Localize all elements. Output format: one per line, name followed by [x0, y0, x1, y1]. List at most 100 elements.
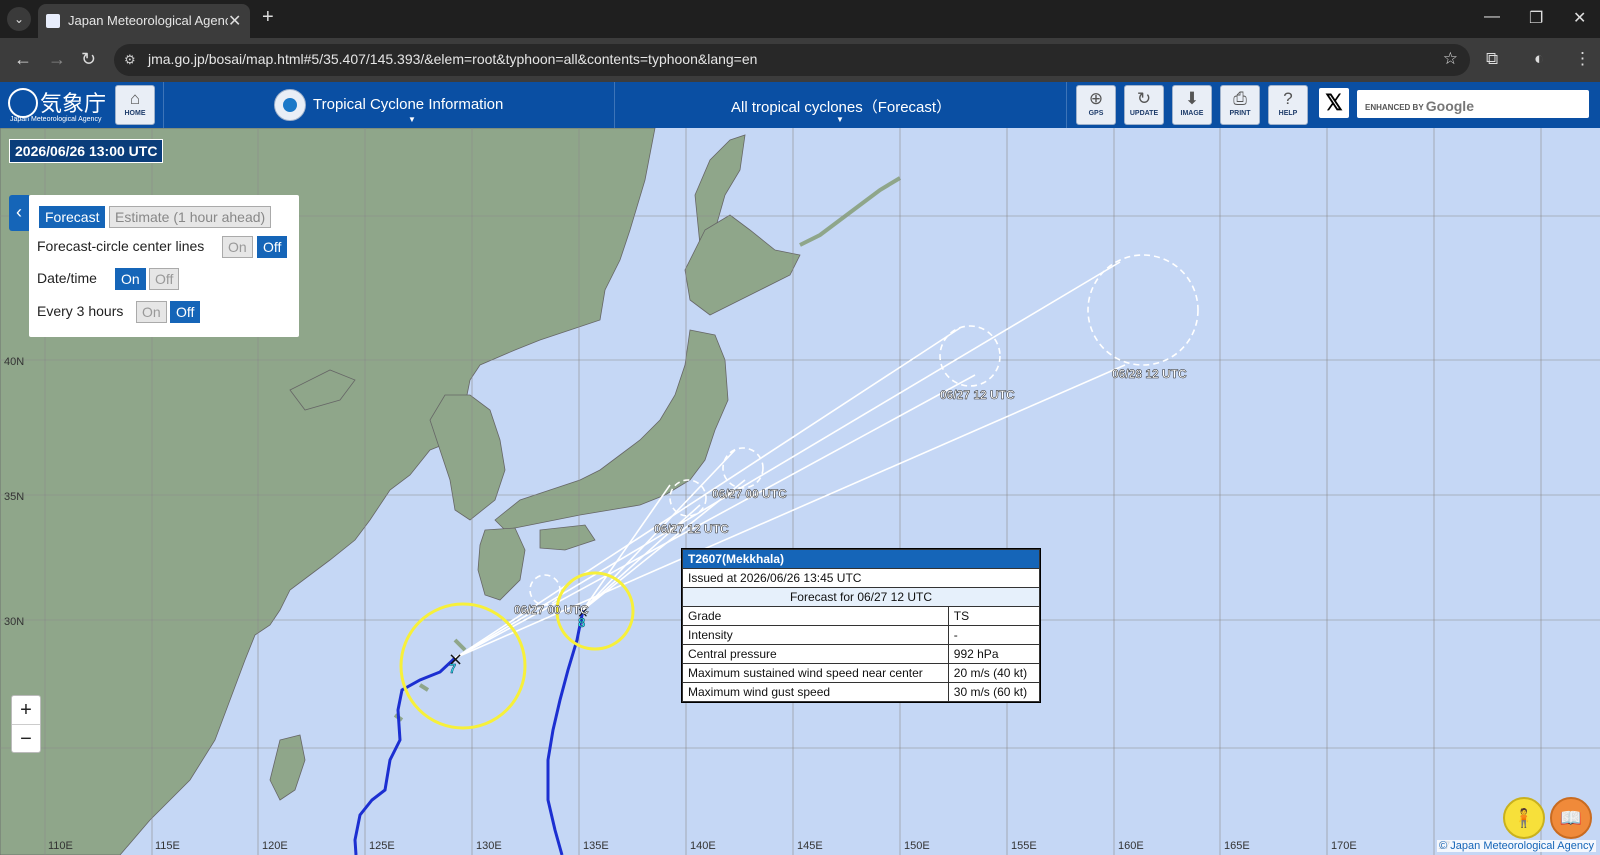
home-button[interactable]: ⌂ HOME — [115, 85, 155, 125]
forecast-time-label: 06/27 00 UTC — [712, 487, 787, 502]
home-icon: ⌂ — [129, 89, 141, 108]
close-window-icon[interactable]: ✕ — [1573, 8, 1586, 28]
lon-label: 110E — [48, 840, 73, 852]
lon-label: 120E — [262, 840, 288, 852]
tab-list-chevron-icon[interactable]: ⌄ — [7, 7, 31, 31]
info-row: Intensity - — [682, 625, 1041, 645]
datetime-label: Date/time — [37, 270, 97, 286]
info-key: Maximum wind gust speed — [682, 682, 949, 702]
info-key: Central pressure — [682, 644, 949, 664]
storm-number-7[interactable]: 7 — [449, 661, 457, 676]
view-dropdown-icon[interactable]: ▼ — [836, 115, 844, 124]
forecast-time-label: 06/27 12 UTC — [654, 522, 729, 537]
logo-english: Japan Meteorological Agency — [10, 116, 102, 123]
help-label: HELP — [1278, 110, 1298, 117]
lat-label: 30N — [4, 616, 25, 628]
gps-icon: ⊕ — [1088, 89, 1104, 108]
panel-collapse-chevron-icon[interactable]: ‹ — [9, 195, 29, 231]
storm-number-8[interactable]: 8 — [578, 615, 586, 630]
jma-logo-icon — [8, 88, 38, 118]
forecast-time-label: 06/27 12 UTC — [940, 388, 1015, 403]
image-label: IMAGE — [1180, 110, 1204, 117]
jma-header: 気象庁 Japan Meteorological Agency ⌂ HOME T… — [0, 82, 1600, 129]
back-icon[interactable]: ← — [14, 49, 32, 70]
gps-button[interactable]: ⊕ GPS — [1076, 85, 1116, 125]
print-button[interactable]: ⎙ PRINT — [1220, 85, 1260, 125]
lat-label: 40N — [4, 356, 25, 368]
site-info-icon[interactable]: ⚙ — [124, 52, 136, 68]
browser-tabbar: ⌄ Japan Meteorological Agency | ✕ + — ❐ … — [0, 0, 1600, 38]
forward-icon[interactable]: → — [48, 49, 66, 70]
home-label: HOME — [124, 110, 146, 117]
address-bar[interactable]: ⚙ jma.go.jp/bosai/map.html#5/35.407/145.… — [114, 44, 1470, 76]
center-lines-off-toggle[interactable]: Off — [257, 236, 288, 258]
map-timestamp: 2026/06/26 13:00 UTC — [9, 139, 164, 163]
profile-icon[interactable]: ◐ — [1534, 49, 1544, 69]
lon-label: 115E — [155, 840, 180, 852]
info-key: Maximum sustained wind speed near center — [682, 663, 949, 683]
lon-label: 125E — [369, 840, 395, 852]
header-divider — [1066, 82, 1067, 128]
help-icon: ? — [1283, 89, 1293, 108]
minimize-icon[interactable]: — — [1484, 8, 1500, 26]
info-value: TS — [947, 606, 1041, 626]
copyright-text[interactable]: © Japan Meteorological Agency — [1437, 840, 1596, 852]
forecast-for: Forecast for 06/27 12 UTC — [682, 587, 1040, 607]
browser-tab[interactable]: Japan Meteorological Agency | ✕ — [38, 4, 250, 38]
info-key: Intensity — [682, 625, 949, 645]
datetime-off-toggle[interactable]: Off — [149, 268, 180, 290]
info-row: Maximum wind gust speed 30 m/s (60 kt) — [682, 682, 1041, 702]
issued-time: Issued at 2026/06/26 13:45 UTC — [682, 568, 1040, 588]
bookmark-star-icon[interactable]: ☆ — [1443, 49, 1458, 69]
url-text: jma.go.jp/bosai/map.html#5/35.407/145.39… — [148, 51, 758, 67]
image-button[interactable]: ⬇ IMAGE — [1172, 85, 1212, 125]
every-3-hours-on-toggle[interactable]: On — [136, 301, 167, 323]
view-title[interactable]: All tropical cyclones（Forecast） — [731, 96, 951, 117]
accessibility-help-icon[interactable]: 🧍 — [1503, 797, 1545, 839]
cyclone-info-popup: T2607(Mekkhala) Issued at 2026/06/26 13:… — [681, 548, 1041, 703]
print-icon: ⎙ — [1233, 89, 1247, 108]
update-icon: ↻ — [1136, 89, 1152, 108]
lon-label: 160E — [1118, 840, 1144, 852]
section-dropdown-icon[interactable]: ▼ — [408, 115, 416, 124]
estimate-tab[interactable]: Estimate (1 hour ahead) — [109, 206, 272, 228]
section-title[interactable]: Tropical Cyclone Information — [313, 96, 503, 113]
help-button[interactable]: ? HELP — [1268, 85, 1308, 125]
logo-kanji: 気象庁 — [40, 92, 107, 117]
jma-favicon-icon — [46, 14, 60, 28]
display-options-panel: Forecast Estimate (1 hour ahead) Forecas… — [29, 195, 299, 337]
forecast-time-label: 06/28 12 UTC — [1112, 367, 1187, 382]
search-input[interactable]: ENHANCED BY Google — [1357, 90, 1589, 118]
header-divider — [163, 82, 164, 128]
download-icon: ⬇ — [1184, 89, 1200, 108]
print-label: PRINT — [1229, 110, 1251, 117]
zoom-in-button[interactable]: + — [12, 696, 40, 725]
every-3-hours-off-toggle[interactable]: Off — [170, 301, 201, 323]
info-value: 20 m/s (40 kt) — [947, 663, 1041, 683]
forecast-tab[interactable]: Forecast — [39, 206, 106, 228]
manual-book-icon[interactable]: 📖 — [1550, 797, 1592, 839]
gps-label: GPS — [1088, 110, 1104, 117]
cyclone-icon — [274, 89, 306, 121]
zoom-out-button[interactable]: − — [12, 725, 40, 753]
info-key: Grade — [682, 606, 949, 626]
menu-icon[interactable]: ⋮ — [1574, 49, 1591, 69]
new-tab-icon[interactable]: + — [262, 6, 274, 29]
lat-label: 35N — [4, 491, 25, 503]
search-placeholder: ENHANCED BY Google — [1365, 98, 1474, 114]
tab-close-icon[interactable]: ✕ — [228, 11, 241, 31]
lon-label: 155E — [1011, 840, 1037, 852]
center-lines-on-toggle[interactable]: On — [222, 236, 253, 258]
info-row: Maximum sustained wind speed near center… — [682, 663, 1041, 683]
cyclone-name: T2607(Mekkhala) — [682, 549, 1040, 569]
info-value: - — [947, 625, 1041, 645]
restore-icon[interactable]: ❐ — [1529, 8, 1543, 28]
update-button[interactable]: ↻ UPDATE — [1124, 85, 1164, 125]
lon-label: 150E — [904, 840, 930, 852]
reload-icon[interactable]: ↻ — [81, 49, 96, 70]
datetime-on-toggle[interactable]: On — [115, 268, 146, 290]
extensions-icon[interactable]: ⧉ — [1486, 49, 1498, 69]
info-value: 992 hPa — [947, 644, 1041, 664]
info-value: 30 m/s (60 kt) — [947, 682, 1041, 702]
x-share-icon[interactable]: 𝕏 — [1319, 88, 1349, 118]
